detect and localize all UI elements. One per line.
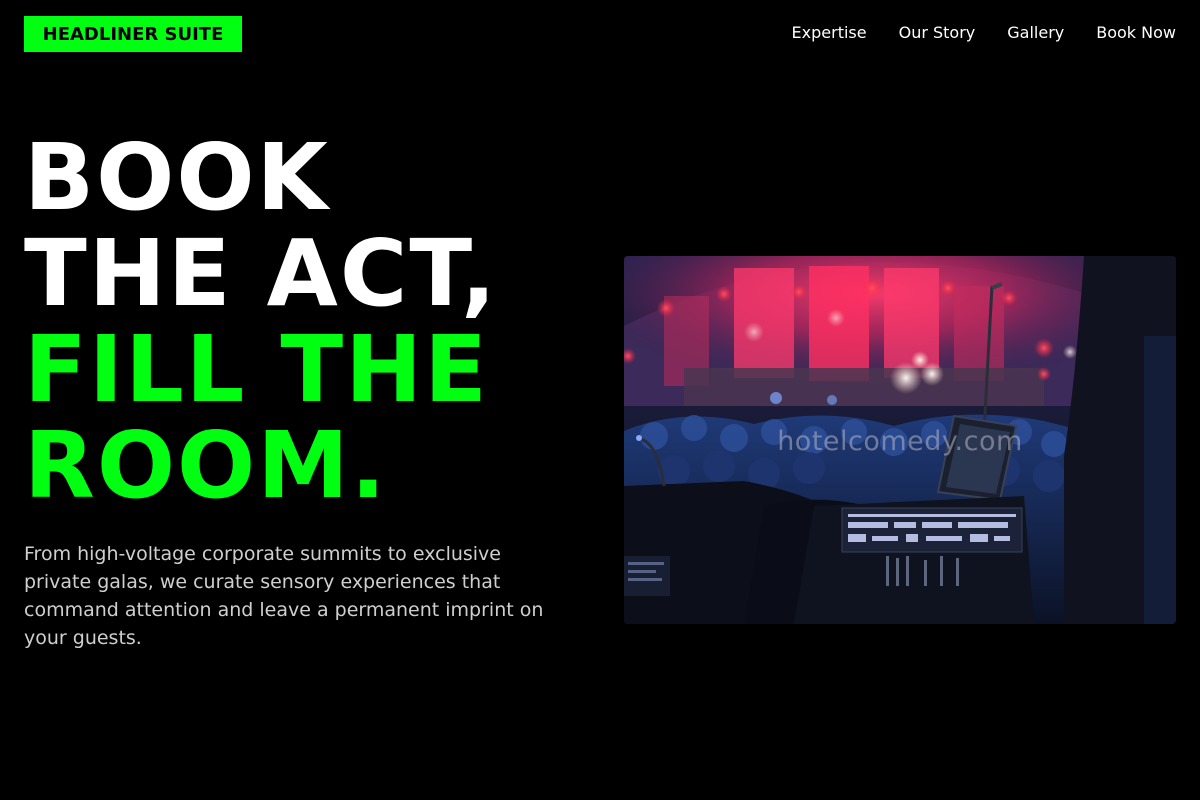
nav-link-book-now[interactable]: Book Now — [1096, 22, 1176, 44]
logo-link[interactable]: HEADLINER SUITE — [24, 16, 242, 52]
nav-link-expertise[interactable]: Expertise — [792, 22, 867, 44]
headline-line-2: THE ACT, — [24, 220, 498, 327]
headline-line-4: ROOM. — [24, 412, 388, 519]
image-watermark: hotelcomedy.com — [777, 426, 1023, 457]
headline-line-3: FILL THE — [24, 316, 489, 423]
hero-description: From high-voltage corporate summits to e… — [24, 543, 544, 649]
nav-item-our-story: Our Story — [899, 22, 976, 44]
nav-item-expertise: Expertise — [792, 22, 867, 44]
page: HEADLINER SUITE Expertise Our Story Gall… — [0, 0, 1200, 800]
hero-image-concert-stage: hotelcomedy.com — [624, 256, 1176, 624]
main-nav: Expertise Our Story Gallery Book Now — [792, 22, 1176, 44]
nav-item-book-now: Book Now — [1096, 22, 1176, 44]
nav-item-gallery: Gallery — [1007, 22, 1064, 44]
headline-line-1: BOOK — [24, 124, 330, 231]
nav-link-our-story[interactable]: Our Story — [899, 22, 976, 44]
hero-headline: BOOK THE ACT, FILL THE ROOM. — [24, 130, 498, 514]
nav-link-gallery[interactable]: Gallery — [1007, 22, 1064, 44]
